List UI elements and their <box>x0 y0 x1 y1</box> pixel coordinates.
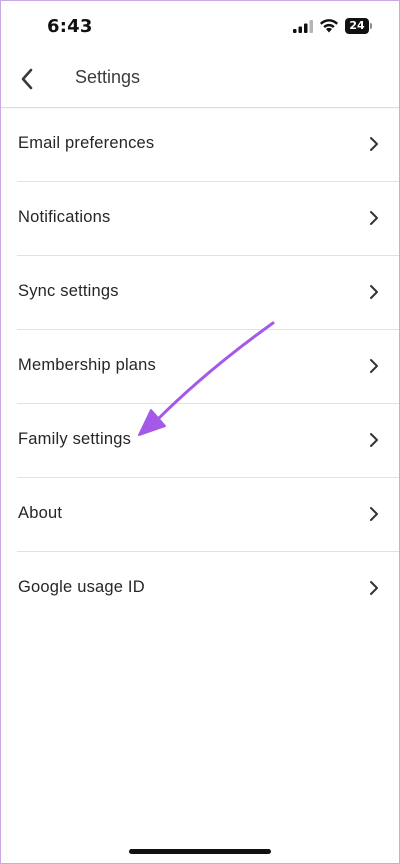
phone-screen: 6:43 24 Settings Email preferences Notif… <box>0 0 400 864</box>
list-item-membership-plans[interactable]: Membership plans <box>17 330 399 404</box>
home-indicator <box>129 849 271 854</box>
battery-tip <box>370 23 372 29</box>
page-title: Settings <box>75 67 141 87</box>
list-item-family-settings[interactable]: Family settings <box>17 404 399 478</box>
list-item-label: About <box>18 504 63 522</box>
list-item-google-usage-id[interactable]: Google usage ID <box>17 552 399 625</box>
list-item-notifications[interactable]: Notifications <box>17 182 399 256</box>
chevron-right-icon <box>370 285 378 299</box>
list-item-label: Membership plans <box>18 356 157 374</box>
list-item-label: Family settings <box>18 430 132 448</box>
status-bar: 6:43 24 <box>1 1 399 53</box>
app-bar: Settings <box>1 53 399 108</box>
wifi-icon <box>320 19 338 33</box>
settings-list: Email preferences Notifications Sync set… <box>1 108 399 625</box>
chevron-right-icon <box>370 137 378 151</box>
chevron-right-icon <box>370 433 378 447</box>
list-item-label: Email preferences <box>18 134 155 152</box>
back-button[interactable] <box>9 61 45 97</box>
battery-level: 24 <box>345 18 369 34</box>
chevron-right-icon <box>370 211 378 225</box>
signal-icon <box>293 20 313 33</box>
chevron-right-icon <box>370 581 378 595</box>
list-item-about[interactable]: About <box>17 478 399 552</box>
list-item-label: Google usage ID <box>18 578 145 596</box>
chevron-right-icon <box>370 507 378 521</box>
list-item-label: Sync settings <box>18 282 119 300</box>
battery-icon: 24 <box>345 18 375 34</box>
chevron-right-icon <box>370 359 378 373</box>
list-item-label: Notifications <box>18 208 111 226</box>
status-time: 6:43 <box>47 16 93 37</box>
chevron-left-icon <box>21 68 33 90</box>
list-item-email-preferences[interactable]: Email preferences <box>17 108 399 182</box>
list-item-sync-settings[interactable]: Sync settings <box>17 256 399 330</box>
